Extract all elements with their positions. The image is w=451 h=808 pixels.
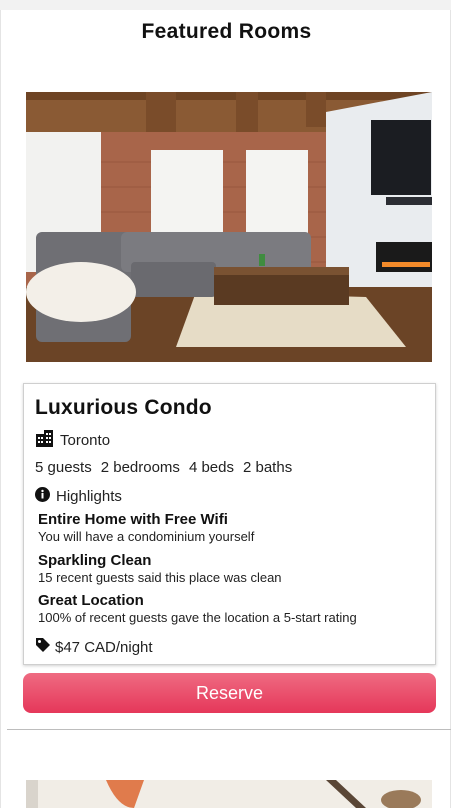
highlights-header: Highlights	[35, 487, 122, 506]
section-divider	[7, 729, 451, 730]
tag-icon	[35, 637, 51, 657]
feature-item: Sparkling Clean 15 recent guests said th…	[38, 552, 282, 585]
feature-description: 15 recent guests said this place was cle…	[38, 570, 282, 585]
baths-count: 2 baths	[242, 459, 293, 476]
beds-count: 4 beds	[188, 459, 234, 476]
feature-title: Entire Home with Free Wifi	[38, 511, 228, 528]
feature-title: Great Location	[38, 592, 144, 609]
reserve-button[interactable]: Reserve	[23, 673, 436, 713]
building-icon	[35, 430, 54, 451]
feature-item: Great Location 100% of recent guests gav…	[38, 592, 357, 625]
room-photo[interactable]	[26, 92, 432, 362]
location-text: Toronto	[60, 432, 111, 449]
feature-description: 100% of recent guests gave the location …	[38, 610, 357, 625]
bedrooms-count: 2 bedrooms	[100, 459, 180, 476]
page-title: Featured Rooms	[141, 20, 312, 43]
price-text: $47 CAD/night	[55, 638, 153, 656]
feature-title: Sparkling Clean	[38, 552, 152, 569]
listing-location: Toronto	[35, 430, 110, 451]
listing-title: Luxurious Condo	[35, 396, 212, 419]
info-circle-icon	[35, 487, 50, 506]
feature-item: Entire Home with Free Wifi You will have…	[38, 511, 254, 544]
listing-price: $47 CAD/night	[35, 637, 153, 657]
room-photo-next[interactable]	[26, 780, 432, 808]
highlights-label: Highlights	[56, 488, 122, 505]
listing-stats: 5 guests 2 bedrooms 4 beds 2 baths	[35, 459, 301, 476]
listing-card: Luxurious Condo Toronto 5 guests 2 bedro…	[23, 383, 436, 665]
feature-description: You will have a condominium yourself	[38, 529, 255, 544]
guests-count: 5 guests	[35, 459, 92, 476]
